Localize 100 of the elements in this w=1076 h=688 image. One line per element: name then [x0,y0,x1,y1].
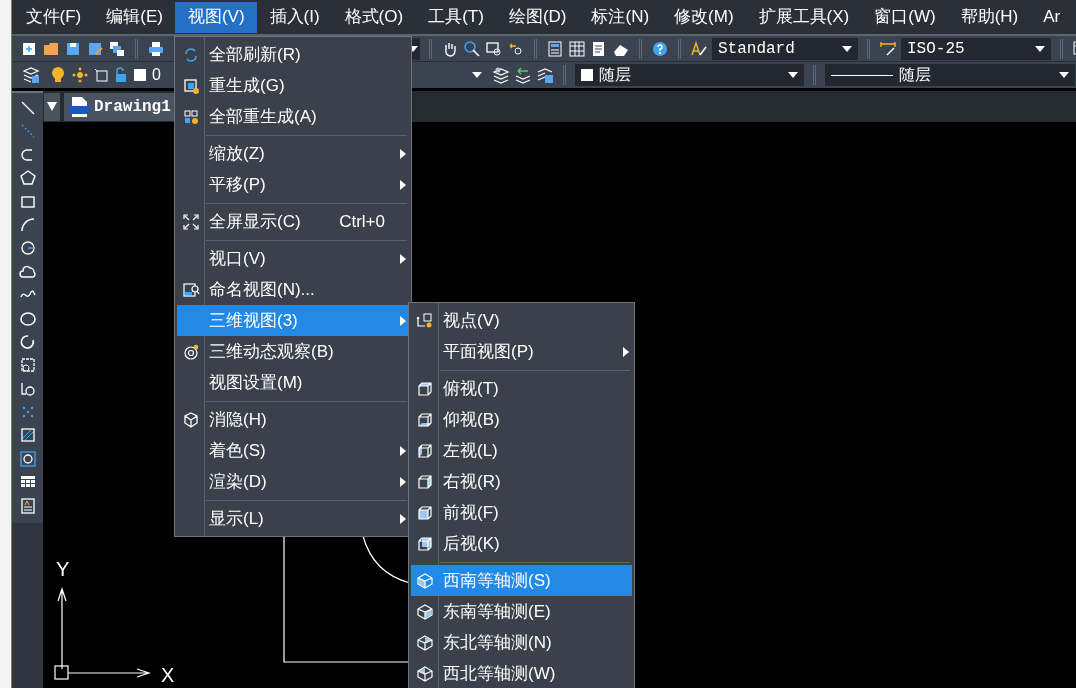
zoom-realtime-icon[interactable] [463,39,481,58]
menu-bar-item[interactable]: 视图(V) [175,1,258,33]
isometric-cube-icon [416,633,434,652]
menu-bar-item[interactable]: 帮助(H) [948,1,1031,33]
menu-item-label: 西南等轴测(S) [443,569,551,592]
menu-item-label: 东北等轴测(N) [443,631,552,654]
layer-name: 0 [152,65,161,85]
circle-icon[interactable] [18,239,37,258]
menu-item-label: 西北等轴测(W) [443,662,556,685]
menu-item-label: 重生成(G) [209,74,285,97]
menu-item[interactable]: 俯视(T) [411,373,632,404]
menu-item[interactable]: 三维动态观察(B) [177,336,409,367]
printer-icon[interactable] [147,39,165,58]
dropdown-field[interactable]: ISO-25 [901,37,1051,60]
windows-icon[interactable] [108,39,126,58]
insert-block-icon[interactable] [18,356,37,375]
menu-bar-item[interactable]: 编辑(E) [93,1,176,33]
menu-item[interactable]: 命名视图(N)... [177,274,409,305]
menu-bar-item[interactable]: 窗口(W) [861,1,949,33]
menu-item[interactable]: 仰视(B) [411,404,632,435]
menu-item[interactable]: 右视(R) [411,466,632,497]
menu-item[interactable]: 左视(L) [411,435,632,466]
dropdown-field[interactable]: 随层 [825,64,1075,86]
menu-item[interactable]: 前视(F) [411,497,632,528]
menu-item-label: 右视(R) [443,470,501,493]
menu-bar-item[interactable]: 扩展工具(X) [746,1,862,33]
menu-bar-item[interactable]: 插入(I) [257,1,333,33]
menu-item[interactable]: 后视(K) [411,528,632,559]
lightbulb-icon [50,66,66,84]
menu-item[interactable]: 东南等轴测(E) [411,596,632,627]
tab-list-button[interactable] [44,92,60,121]
zoom-window-icon[interactable] [485,39,503,58]
layer-previous-icon[interactable] [514,66,532,84]
axis-label: Y [56,557,70,582]
menu-item[interactable]: 全屏显示(C) Ctrl+0 [177,206,409,237]
polygon-icon[interactable] [18,169,37,188]
cube-icon [416,441,434,460]
dropdown-field[interactable]: 随层 [575,64,804,86]
region-icon[interactable] [18,449,37,468]
menu-item[interactable]: 显示(L) [177,503,409,534]
menu-item-label: 俯视(T) [443,377,499,400]
menu-bar-item[interactable]: 标注(N) [579,1,662,33]
menu-item-label: 显示(L) [209,507,264,530]
regenerate-all-icon [182,107,200,126]
menu-item[interactable]: 西南等轴测(S) [411,565,632,596]
menu-item[interactable]: 平移(P) [177,169,409,200]
calculator-icon[interactable] [546,39,564,58]
caret-icon [47,102,57,111]
hatch-icon[interactable] [18,426,37,445]
menu-item[interactable]: 平面视图(P) [411,336,632,367]
menu-item[interactable]: 视图设置(M) [177,367,409,398]
layer-states-icon[interactable] [536,66,554,84]
text-icon[interactable] [18,496,37,515]
dropdown-field[interactable]: Standard [712,37,858,60]
menu-item[interactable]: 缩放(Z) [177,138,409,169]
menu-item[interactable]: 重生成(G) [177,70,409,101]
menu-item[interactable]: 全部刷新(R) [177,39,409,70]
dwg-file-icon [68,95,90,118]
color-swatch [134,69,146,81]
linetype-sample [831,74,893,76]
cube-icon [416,503,434,522]
combo-value: ISO-25 [907,38,965,60]
menu-item[interactable]: 视点(V) [411,305,632,336]
ellipse-icon[interactable] [18,309,37,328]
regenerate-icon [182,76,200,95]
menu-item[interactable]: 三维视图(3) [177,305,409,336]
menu-bar-item[interactable]: 绘图(D) [496,1,579,33]
menu-item[interactable]: 视口(V) [177,243,409,274]
menu-item[interactable]: 着色(S) [177,435,409,466]
combo-value: 随层 [599,65,631,85]
help-icon[interactable] [651,39,669,58]
ellipse-arc-icon[interactable] [18,332,37,351]
cube-icon [416,534,434,553]
menu-bar-item[interactable]: 修改(M) [661,1,747,33]
menu-item-label: 消隐(H) [209,408,267,431]
menu-bar-item[interactable]: Ar [1030,1,1073,33]
menu-item-label: 后视(K) [443,532,500,555]
menu-bar-item[interactable]: 工具(T) [415,1,497,33]
text-style-icon[interactable] [690,39,708,58]
dimension-style-icon[interactable] [879,39,897,58]
menu-bar-item[interactable]: 格式(O) [332,1,416,33]
layer-manager-icon[interactable] [22,66,40,84]
menu-item[interactable]: 西北等轴测(W) [411,658,632,688]
caret-icon [1035,45,1045,52]
menu-item[interactable]: 渲染(D) [177,466,409,497]
color-swatch [581,69,593,81]
menu-item[interactable]: 消隐(H) [177,404,409,435]
cube-icon [416,472,434,491]
menu-item-label: 东南等轴测(E) [443,600,551,623]
grid-icon[interactable] [568,39,586,58]
menu-bar-item[interactable]: 文件(F) [13,1,94,33]
orbit-icon [182,342,200,361]
layer-icon[interactable] [492,66,510,84]
menu-item[interactable]: 东北等轴测(N) [411,627,632,658]
viewport-freeze-icon [94,68,108,82]
sun-icon [72,67,88,83]
caret-icon [472,72,482,78]
arc-icon[interactable] [18,215,37,234]
menu-item-label: 视点(V) [443,309,500,332]
menu-item-label: 渲染(D) [209,470,267,493]
